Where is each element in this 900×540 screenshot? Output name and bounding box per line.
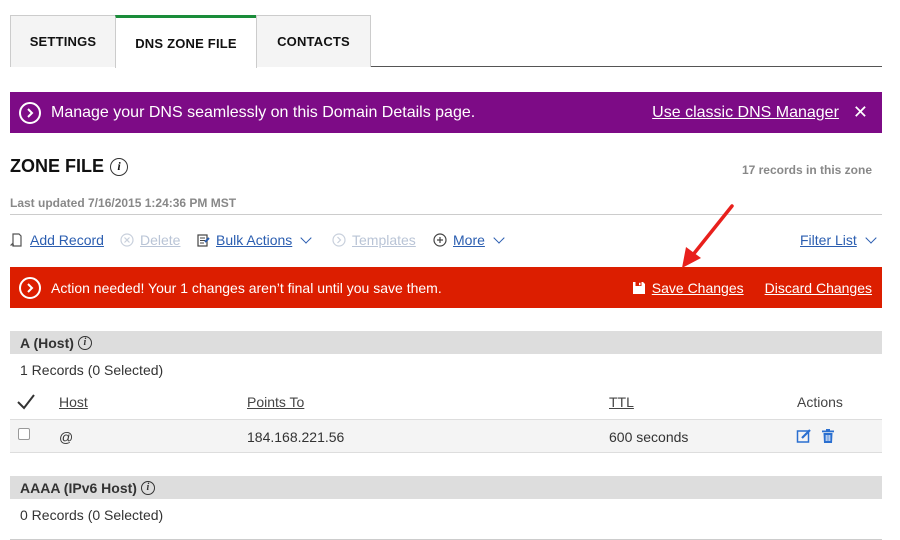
unsaved-changes-alert: Action needed! Your 1 changes aren’t fin… (10, 267, 882, 308)
edit-icon[interactable] (796, 428, 812, 444)
delete-label: Delete (140, 232, 181, 248)
classic-dns-manager-link[interactable]: Use classic DNS Manager (652, 104, 839, 122)
filter-list-label: Filter List (800, 232, 857, 248)
promo-message: Manage your DNS seamlessly on this Domai… (51, 103, 476, 121)
column-header-host[interactable]: Host (59, 394, 88, 410)
cell-host: @ (59, 429, 74, 445)
divider (10, 214, 882, 215)
records-count: 17 records in this zone (741, 163, 872, 177)
delete-icon (120, 233, 134, 247)
bulk-actions-label: Bulk Actions (216, 232, 293, 248)
templates-button[interactable]: Templates (332, 232, 416, 248)
info-icon[interactable]: i (110, 157, 128, 176)
plus-circle-icon (433, 233, 447, 247)
templates-icon (332, 233, 346, 247)
info-icon[interactable]: i (77, 335, 92, 350)
bulk-actions-button[interactable]: Bulk Actions (196, 232, 312, 248)
column-header-ttl[interactable]: TTL (609, 394, 634, 410)
save-changes-label: Save Changes (651, 279, 744, 296)
chevron-right-icon (19, 101, 41, 124)
section-title: AAAA (IPv6 Host) (20, 479, 137, 496)
section-header-aaaa-ipv6-host: AAAA (IPv6 Host) i (10, 476, 882, 499)
more-label: More (453, 232, 485, 248)
last-updated: Last updated 7/16/2015 1:24:36 PM MST (10, 196, 237, 210)
add-record-icon (10, 233, 24, 247)
save-changes-button[interactable]: Save Changes (632, 279, 744, 296)
info-icon[interactable]: i (140, 480, 155, 495)
templates-label: Templates (352, 232, 416, 248)
discard-changes-button[interactable]: Discard Changes (765, 280, 872, 296)
zone-title-text: ZONE FILE (10, 156, 104, 176)
close-icon[interactable]: ✕ (853, 102, 868, 123)
tab-settings[interactable]: SETTINGS (10, 15, 116, 67)
column-header-actions: Actions (797, 394, 843, 410)
alert-message: Action needed! Your 1 changes aren’t fin… (51, 279, 442, 296)
section-title: A (Host) (20, 334, 74, 351)
bulk-actions-icon (196, 233, 210, 247)
chevron-down-icon (493, 232, 505, 244)
tab-bar: SETTINGS DNS ZONE FILE CONTACTS (10, 15, 882, 68)
column-header-points-to[interactable]: Points To (247, 394, 304, 410)
chevron-right-icon (19, 276, 41, 299)
delete-button[interactable]: Delete (120, 232, 180, 248)
promo-banner: Manage your DNS seamlessly on this Domai… (10, 92, 882, 133)
section-header-a-host: A (Host) i (10, 331, 882, 354)
toolbar: Add Record Delete Bulk Actions Templates… (10, 232, 882, 252)
cell-points-to: 184.168.221.56 (247, 429, 345, 445)
more-button[interactable]: More (433, 232, 505, 248)
row-checkbox[interactable] (18, 428, 30, 440)
annotation-arrow (682, 204, 734, 268)
cell-ttl: 600 seconds (609, 429, 689, 445)
add-record-button[interactable]: Add Record (10, 232, 104, 248)
page-title: ZONE FILE i (10, 156, 128, 177)
trash-icon[interactable] (820, 428, 836, 444)
chevron-down-icon (865, 232, 877, 244)
floppy-disk-icon (632, 281, 645, 294)
checkmark-icon[interactable] (16, 392, 36, 412)
table-row (10, 419, 882, 453)
section-record-count: 1 Records (0 Selected) (20, 362, 164, 378)
tab-dns-zone-file[interactable]: DNS ZONE FILE (115, 15, 257, 68)
add-record-label: Add Record (30, 232, 104, 248)
chevron-down-icon (300, 232, 312, 244)
tab-contacts[interactable]: CONTACTS (256, 15, 371, 67)
filter-list-button[interactable]: Filter List (800, 232, 877, 248)
section-record-count: 0 Records (0 Selected) (20, 507, 164, 523)
